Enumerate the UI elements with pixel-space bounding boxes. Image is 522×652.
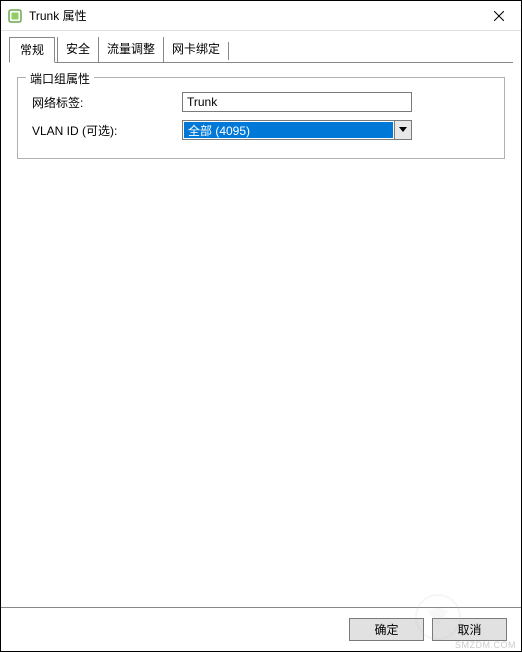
chevron-down-icon [394,121,411,139]
dialog-window: Trunk 属性 常规 安全 流量调整 网卡绑定 端口组属性 网络标签: [0,0,522,652]
button-bar: 确定 取消 [1,607,521,651]
titlebar: Trunk 属性 [1,1,521,31]
content-area: 端口组属性 网络标签: VLAN ID (可选): 全部 (4095) [1,63,521,607]
vlan-id-label: VLAN ID (可选): [32,122,182,139]
tab-bar: 常规 安全 流量调整 网卡绑定 [1,31,521,62]
vlan-id-row: VLAN ID (可选): 全部 (4095) [32,120,490,140]
tab-label: 流量调整 [107,42,155,56]
network-label-label: 网络标签: [32,94,182,111]
vlan-id-select[interactable]: 全部 (4095) [182,120,412,140]
tab-security[interactable]: 安全 [57,37,96,62]
close-button[interactable] [476,1,521,30]
tab-nic-teaming[interactable]: 网卡绑定 [163,37,226,62]
port-group-properties-fieldset: 端口组属性 网络标签: VLAN ID (可选): 全部 (4095) [17,77,505,159]
app-icon [7,8,23,24]
tab-label: 安全 [66,42,90,56]
network-label-input[interactable] [182,92,412,112]
cancel-button[interactable]: 取消 [432,618,507,641]
tab-separator [228,42,229,60]
window-title: Trunk 属性 [29,7,476,24]
ok-button[interactable]: 确定 [349,618,424,641]
network-label-row: 网络标签: [32,92,490,112]
close-icon [494,11,504,21]
tab-label: 常规 [20,43,44,57]
vlan-id-value: 全部 (4095) [184,122,393,138]
fieldset-legend: 端口组属性 [26,70,94,87]
tab-label: 网卡绑定 [172,42,220,56]
tab-traffic-shaping[interactable]: 流量调整 [98,37,161,62]
tab-general[interactable]: 常规 [9,37,55,63]
